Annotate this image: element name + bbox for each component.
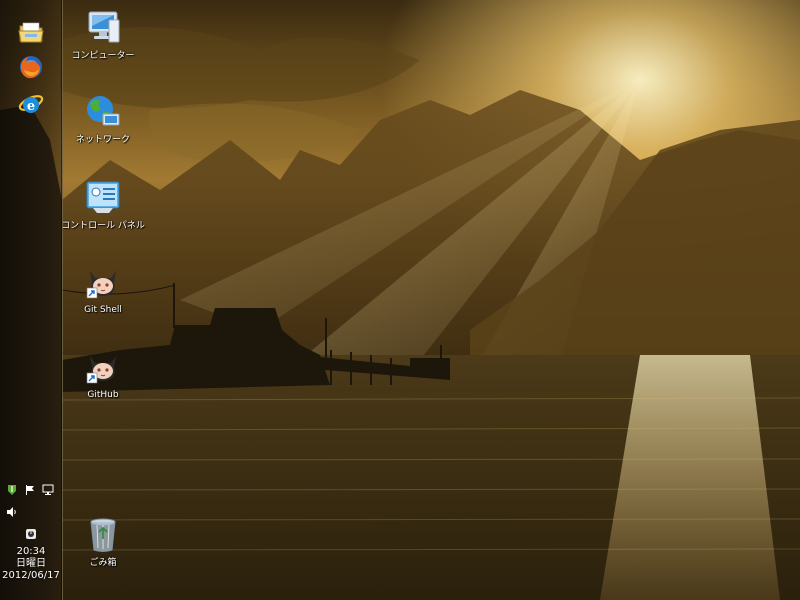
clock-date: 2012/06/17 (2, 570, 60, 581)
folder-icon (18, 22, 44, 43)
explorer-taskbar-button[interactable] (17, 18, 45, 46)
control-panel-icon (86, 181, 120, 213)
firefox-icon (20, 56, 42, 79)
firefox-taskbar-button[interactable] (17, 53, 45, 81)
taskbar: e 20:34 日曜日 2012/06/17 (0, 0, 63, 600)
network-icon[interactable] (42, 484, 54, 496)
ie-taskbar-button[interactable]: e (17, 90, 45, 118)
desktop-icon-github[interactable]: GitHub (58, 347, 148, 401)
flag-icon[interactable] (24, 484, 36, 496)
network-globe-icon (87, 96, 120, 126)
desktop-icon-label: コンピューター (71, 51, 135, 61)
desktop-icon-recycle-bin[interactable]: ごみ箱 (58, 515, 148, 569)
desktop-icon-label: Git Shell (84, 305, 122, 315)
desktop-icon-git-shell[interactable]: Git Shell (58, 262, 148, 316)
clock-weekday: 日曜日 (16, 558, 46, 569)
desktop-icon-computer[interactable]: コンピューター (58, 8, 148, 62)
github-octocat-icon (86, 271, 116, 299)
internet-explorer-icon: e (18, 95, 44, 114)
action-center-icon[interactable] (6, 484, 18, 496)
desktop-icon-label: ごみ箱 (89, 558, 117, 568)
desktop-icon-label: ネットワーク (75, 135, 130, 145)
taskbar-clock[interactable]: 20:34 日曜日 2012/06/17 (0, 546, 62, 582)
volume-icon[interactable] (6, 506, 18, 518)
github-octocat-icon (86, 356, 116, 384)
desktop-icon-label: GitHub (87, 390, 119, 400)
clock-time: 20:34 (16, 546, 46, 557)
svg-text:e: e (27, 99, 35, 114)
computer-icon (88, 11, 120, 43)
power-icon[interactable] (25, 528, 37, 540)
desktop-icon-network[interactable]: ネットワーク (58, 92, 148, 146)
desktop-icon-control-panel[interactable]: コントロール パネル (58, 178, 148, 232)
recycle-bin-icon (90, 518, 116, 552)
desktop-icon-label: コントロール パネル (61, 221, 145, 231)
